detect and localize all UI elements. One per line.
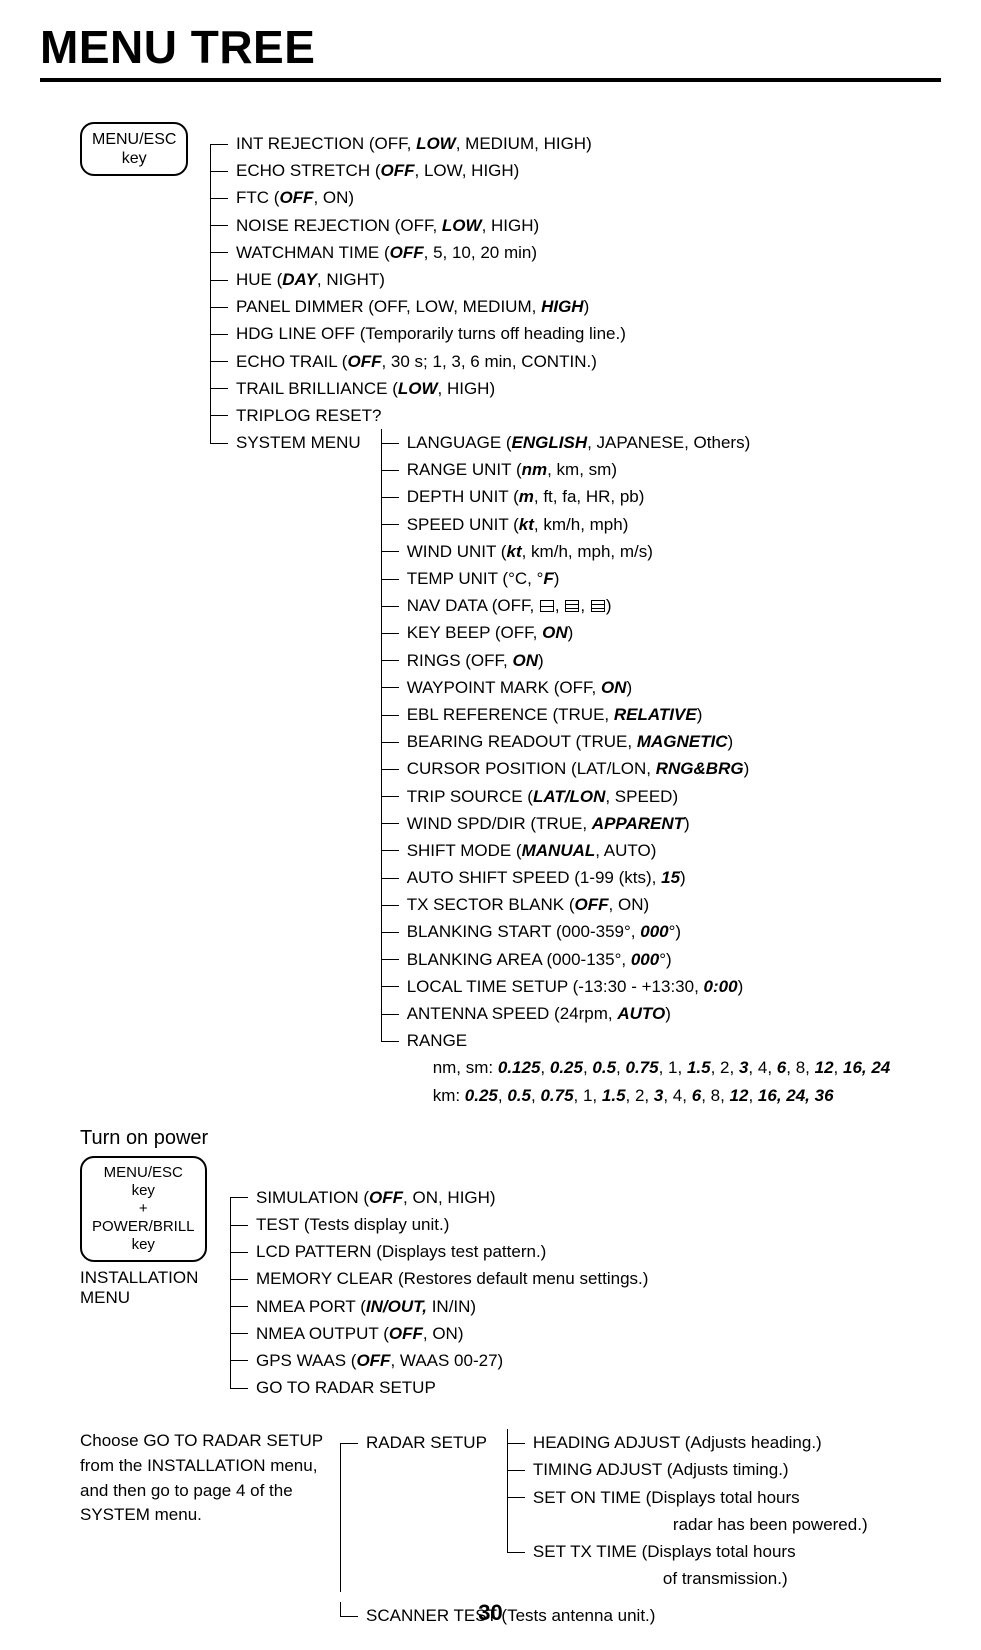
menu-item: SPEED UNIT (kt, km/h, mph) (381, 511, 891, 538)
radar-setup-sub: HEADING ADJUST (Adjusts heading.) TIMING… (507, 1429, 868, 1592)
main-menu-tree: INT REJECTION (OFF, LOW, MEDIUM, HIGH) E… (210, 130, 890, 1109)
radar-setup-note: Choose GO TO RADAR SETUP from the INSTAL… (80, 1429, 330, 1528)
menu-item: ECHO TRAIL (OFF, 30 s; 1, 3, 6 min, CONT… (210, 348, 890, 375)
page-number: 30 (0, 1600, 981, 1626)
menu-item: RINGS (OFF, ON) (381, 647, 891, 674)
menu-item: LCD PATTERN (Displays test pattern.) (230, 1238, 648, 1265)
menu-item: SHIFT MODE (MANUAL, AUTO) (381, 837, 891, 864)
menu-item: SET TX TIME (Displays total hoursof tran… (507, 1538, 868, 1592)
menu-item: TIMING ADJUST (Adjusts timing.) (507, 1456, 868, 1483)
menu-item: NMEA PORT (IN/OUT, IN/IN) (230, 1293, 648, 1320)
installation-menu-label: INSTALLATION MENU (80, 1268, 230, 1308)
menu-item: RADAR SETUP HEADING ADJUST (Adjusts head… (340, 1429, 868, 1592)
menu-item: SIMULATION (OFF, ON, HIGH) (230, 1184, 648, 1211)
menu-item: PANEL DIMMER (OFF, LOW, MEDIUM, HIGH) (210, 293, 890, 320)
key-label: + (139, 1200, 148, 1217)
menu-item: HUE (DAY, NIGHT) (210, 266, 890, 293)
key-label: key (132, 1182, 155, 1199)
menu-item: NOISE REJECTION (OFF, LOW, HIGH) (210, 212, 890, 239)
menu-esc-key: MENU/ESC key (80, 122, 188, 176)
menu-item: GPS WAAS (OFF, WAAS 00-27) (230, 1347, 648, 1374)
key-label: MENU/ESC (104, 1164, 183, 1181)
menu-item: GO TO RADAR SETUP (230, 1374, 648, 1401)
menu-item: TEST (Tests display unit.) (230, 1211, 648, 1238)
menu-item: HEADING ADJUST (Adjusts heading.) (507, 1429, 868, 1456)
turn-on-power-label: Turn on power (80, 1127, 941, 1150)
menu-item: WAYPOINT MARK (OFF, ON) (381, 674, 891, 701)
menu-item: FTC (OFF, ON) (210, 184, 890, 211)
menu-item: LOCAL TIME SETUP (-13:30 - +13:30, 0:00) (381, 973, 891, 1000)
nav-data-icon (540, 600, 554, 612)
menu-item: INT REJECTION (OFF, LOW, MEDIUM, HIGH) (210, 130, 890, 157)
menu-item: ANTENNA SPEED (24rpm, AUTO) (381, 1000, 891, 1027)
menu-item: BEARING READOUT (TRUE, MAGNETIC) (381, 728, 891, 755)
nav-data-icon (565, 600, 579, 612)
installation-menu-tree: SIMULATION (OFF, ON, HIGH) TEST (Tests d… (230, 1184, 648, 1402)
menu-item: HDG LINE OFF (Temporarily turns off head… (210, 320, 890, 347)
menu-item: WIND UNIT (kt, km/h, mph, m/s) (381, 538, 891, 565)
nav-data-icon (591, 600, 605, 612)
menu-item: NMEA OUTPUT (OFF, ON) (230, 1320, 648, 1347)
title-divider (40, 78, 941, 82)
menu-item: AUTO SHIFT SPEED (1-99 (kts), 15) (381, 864, 891, 891)
menu-item: TEMP UNIT (°C, °F) (381, 565, 891, 592)
menu-item: TX SECTOR BLANK (OFF, ON) (381, 891, 891, 918)
key-label: POWER/BRILL (92, 1218, 195, 1235)
menu-esc-power-key: MENU/ESC key + POWER/BRILL key (80, 1156, 207, 1262)
key-label: MENU/ESC (92, 131, 176, 148)
range-values: km: 0.25, 0.5, 0.75, 1, 1.5, 2, 3, 4, 6,… (407, 1082, 891, 1109)
menu-item: RANGE nm, sm: 0.125, 0.25, 0.5, 0.75, 1,… (381, 1027, 891, 1109)
system-menu-tree: LANGUAGE (ENGLISH, JAPANESE, Others) RAN… (381, 429, 891, 1109)
menu-item: MEMORY CLEAR (Restores default menu sett… (230, 1265, 648, 1292)
menu-item: KEY BEEP (OFF, ON) (381, 619, 891, 646)
menu-item: LANGUAGE (ENGLISH, JAPANESE, Others) (381, 429, 891, 456)
menu-item: TRIPLOG RESET? (210, 402, 890, 429)
menu-item: WIND SPD/DIR (TRUE, APPARENT) (381, 810, 891, 837)
page-title: MENU TREE (40, 20, 941, 74)
menu-item: BLANKING AREA (000-135°, 000°) (381, 946, 891, 973)
menu-item: BLANKING START (000-359°, 000°) (381, 918, 891, 945)
menu-item: DEPTH UNIT (m, ft, fa, HR, pb) (381, 483, 891, 510)
menu-item: ECHO STRETCH (OFF, LOW, HIGH) (210, 157, 890, 184)
menu-item: SET ON TIME (Displays total hoursradar h… (507, 1484, 868, 1538)
menu-item: TRIP SOURCE (LAT/LON, SPEED) (381, 783, 891, 810)
menu-item: CURSOR POSITION (LAT/LON, RNG&BRG) (381, 755, 891, 782)
key-label: key (122, 150, 147, 167)
key-label: key (132, 1236, 155, 1253)
menu-item: TRAIL BRILLIANCE (LOW, HIGH) (210, 375, 890, 402)
menu-item: NAV DATA (OFF, , , ) (381, 592, 891, 619)
menu-item: EBL REFERENCE (TRUE, RELATIVE) (381, 701, 891, 728)
menu-item: SYSTEM MENU LANGUAGE (ENGLISH, JAPANESE,… (210, 429, 890, 1109)
range-values: nm, sm: 0.125, 0.25, 0.5, 0.75, 1, 1.5, … (407, 1054, 891, 1081)
menu-item: RANGE UNIT (nm, km, sm) (381, 456, 891, 483)
menu-item: WATCHMAN TIME (OFF, 5, 10, 20 min) (210, 239, 890, 266)
